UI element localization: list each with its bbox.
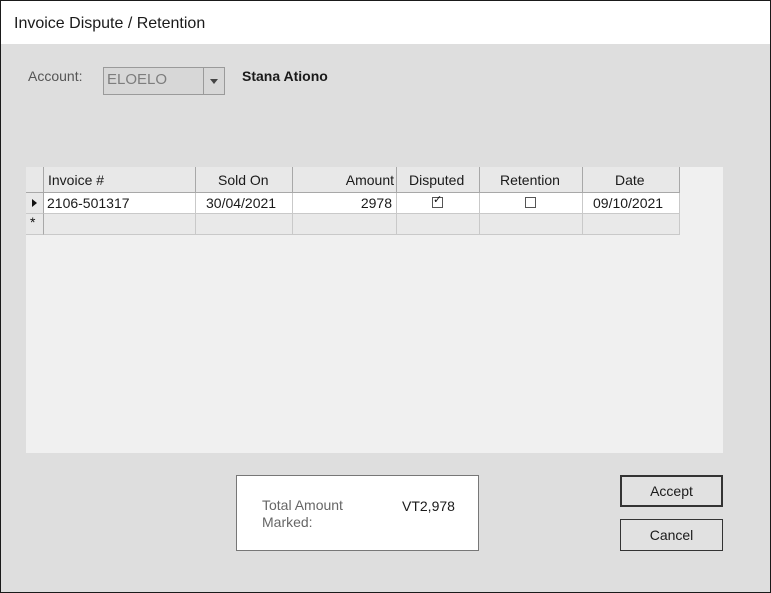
- new-row-cell[interactable]: [480, 214, 583, 235]
- column-header-label: Invoice #: [48, 172, 105, 188]
- title-bar: Invoice Dispute / Retention: [1, 1, 770, 44]
- cell-invoice[interactable]: 2106-501317: [44, 193, 196, 214]
- column-header-disputed[interactable]: Disputed: [397, 167, 480, 193]
- total-amount-box: Total Amount Marked: VT2,978: [236, 475, 479, 551]
- row-header-corner: [26, 167, 44, 193]
- cell-text: 09/10/2021: [593, 195, 664, 211]
- new-row-cell[interactable]: [293, 214, 397, 235]
- total-amount-value: VT2,978: [402, 498, 455, 514]
- column-header-invoice[interactable]: Invoice #: [44, 167, 196, 193]
- account-value: ELOELO: [107, 71, 168, 88]
- new-row-marker: *: [30, 214, 36, 230]
- column-header-label: Retention: [500, 172, 560, 188]
- column-header-label: Disputed: [409, 172, 465, 188]
- new-row-cell[interactable]: [196, 214, 293, 235]
- cell-amount[interactable]: 2978: [293, 193, 397, 214]
- column-header-label: Date: [615, 172, 645, 188]
- account-name: Stana Ationo: [242, 68, 328, 84]
- window-title: Invoice Dispute / Retention: [14, 15, 206, 32]
- checkmark-icon: ✓: [433, 194, 443, 206]
- column-header-amount[interactable]: Amount: [293, 167, 397, 193]
- total-amount-label: Total Amount Marked:: [262, 497, 343, 530]
- account-dropdown-button[interactable]: [203, 68, 224, 94]
- column-header-label: Amount: [345, 172, 394, 188]
- column-header-label: Sold On: [218, 172, 269, 188]
- account-combobox[interactable]: ELOELO: [103, 67, 225, 95]
- account-label: Account:: [28, 68, 83, 84]
- cell-retention[interactable]: [480, 193, 583, 214]
- chevron-down-icon: [210, 79, 218, 84]
- retention-checkbox[interactable]: [525, 197, 536, 208]
- cell-sold-on[interactable]: 30/04/2021: [196, 193, 293, 214]
- new-row-cell[interactable]: [583, 214, 680, 235]
- accept-button[interactable]: Accept: [620, 475, 723, 507]
- new-row-selector[interactable]: *: [26, 214, 44, 235]
- cell-text: 30/04/2021: [206, 195, 277, 211]
- column-header-retention[interactable]: Retention: [480, 167, 583, 193]
- row-selector[interactable]: [26, 193, 44, 214]
- column-header-date[interactable]: Date: [583, 167, 680, 193]
- cell-text: 2978: [360, 195, 392, 211]
- current-row-arrow-icon: [32, 199, 37, 207]
- cell-disputed[interactable]: ✓: [397, 193, 480, 214]
- invoice-dispute-window: Invoice Dispute / Retention Account: ELO…: [0, 0, 771, 593]
- cancel-button[interactable]: Cancel: [620, 519, 723, 551]
- invoice-grid[interactable]: Invoice # Sold On Amount Disputed Retent…: [26, 167, 723, 453]
- disputed-checkbox[interactable]: ✓: [432, 194, 443, 208]
- new-row-cell[interactable]: [397, 214, 480, 235]
- column-header-sold-on[interactable]: Sold On: [196, 167, 293, 193]
- new-row-cell[interactable]: [44, 214, 196, 235]
- cell-date[interactable]: 09/10/2021: [583, 193, 680, 214]
- cell-text: 2106-501317: [47, 195, 130, 211]
